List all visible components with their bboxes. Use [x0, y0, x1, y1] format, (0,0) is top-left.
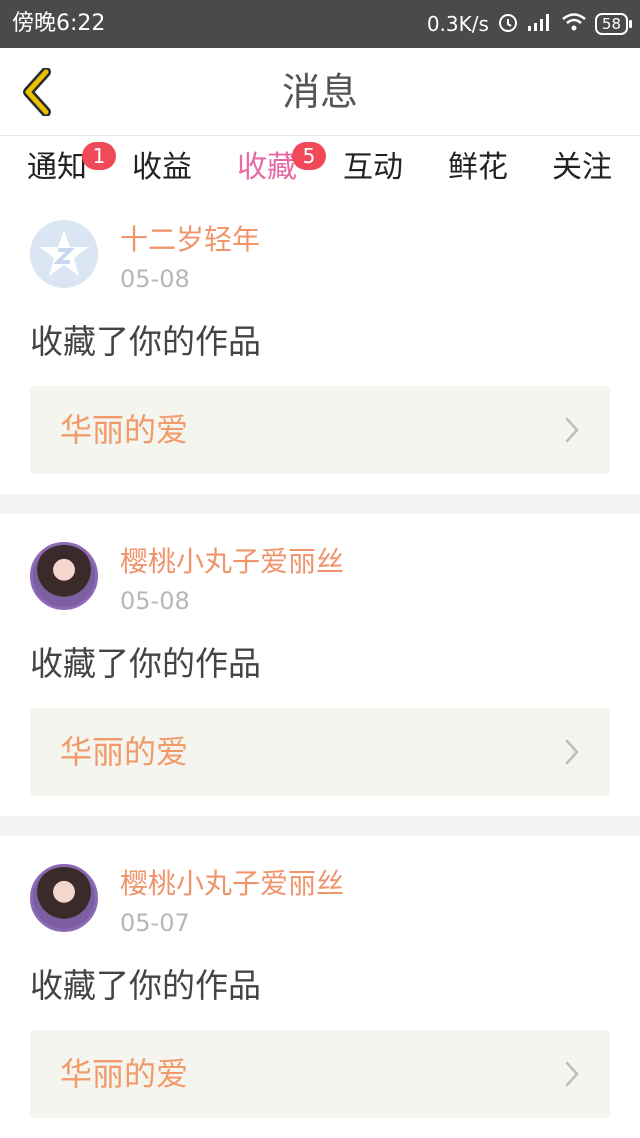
- user-avatar[interactable]: [30, 864, 98, 932]
- message-date: 05-08: [120, 587, 190, 615]
- default-avatar-icon[interactable]: [30, 220, 98, 288]
- message-date: 05-08: [120, 265, 190, 293]
- user-avatar[interactable]: [30, 542, 98, 610]
- notification-badge: 1: [82, 142, 116, 170]
- tab-bar: 通知 1 收益 收藏 5 互动 鲜花 关注: [0, 136, 640, 211]
- status-bar: 傍晚6:22 0.3K/s 58: [0, 0, 640, 48]
- tab-earnings[interactable]: 收益: [117, 150, 207, 186]
- tab-label: 收藏: [237, 150, 297, 185]
- work-title: 华丽的爱: [60, 411, 189, 449]
- tab-notifications[interactable]: 通知 1: [12, 142, 116, 186]
- username[interactable]: 樱桃小丸子爱丽丝: [120, 544, 344, 580]
- list-item: 樱桃小丸子爱丽丝 05-07 收藏了你的作品 华丽的爱: [0, 846, 640, 1138]
- divider: [0, 494, 640, 514]
- work-card[interactable]: 华丽的爱: [30, 708, 610, 796]
- tab-label: 收益: [132, 150, 192, 185]
- page-title: 消息: [281, 70, 358, 114]
- message-date: 05-07: [120, 909, 190, 937]
- tab-label: 通知: [27, 150, 87, 185]
- wifi-icon: [561, 12, 587, 37]
- tab-interactions[interactable]: 互动: [328, 150, 418, 186]
- work-card[interactable]: 华丽的爱: [30, 1030, 610, 1118]
- action-text: 收藏了你的作品: [30, 322, 261, 361]
- tab-label: 鲜花: [448, 150, 508, 185]
- list-item: 十二岁轻年 05-08 收藏了你的作品 华丽的爱: [0, 202, 640, 502]
- tab-flowers[interactable]: 鲜花: [433, 150, 523, 186]
- status-icons: 0.3K/s 58: [426, 10, 633, 38]
- work-title: 华丽的爱: [60, 733, 189, 771]
- action-text: 收藏了你的作品: [30, 966, 261, 1005]
- tab-label: 关注: [552, 150, 612, 185]
- header: 消息: [0, 48, 640, 136]
- chevron-right-icon: [565, 1061, 579, 1087]
- favorites-badge: 5: [292, 142, 326, 170]
- signal-icon: [527, 12, 553, 37]
- tab-label: 互动: [343, 150, 403, 185]
- battery-icon: 58: [594, 13, 633, 35]
- tab-follows[interactable]: 关注: [537, 150, 627, 186]
- divider: [0, 816, 640, 836]
- tab-favorites[interactable]: 收藏 5: [222, 142, 326, 211]
- work-card[interactable]: 华丽的爱: [30, 386, 610, 474]
- list-item: 樱桃小丸子爱丽丝 05-08 收藏了你的作品 华丽的爱: [0, 524, 640, 824]
- network-speed: 0.3K/s: [426, 12, 489, 36]
- chevron-right-icon: [565, 417, 579, 443]
- chevron-right-icon: [565, 739, 579, 765]
- username[interactable]: 十二岁轻年: [120, 222, 260, 258]
- action-text: 收藏了你的作品: [30, 644, 261, 683]
- username[interactable]: 樱桃小丸子爱丽丝: [120, 866, 344, 902]
- status-time: 傍晚6:22: [12, 11, 106, 36]
- work-title: 华丽的爱: [60, 1055, 189, 1093]
- alarm-icon: [497, 11, 519, 38]
